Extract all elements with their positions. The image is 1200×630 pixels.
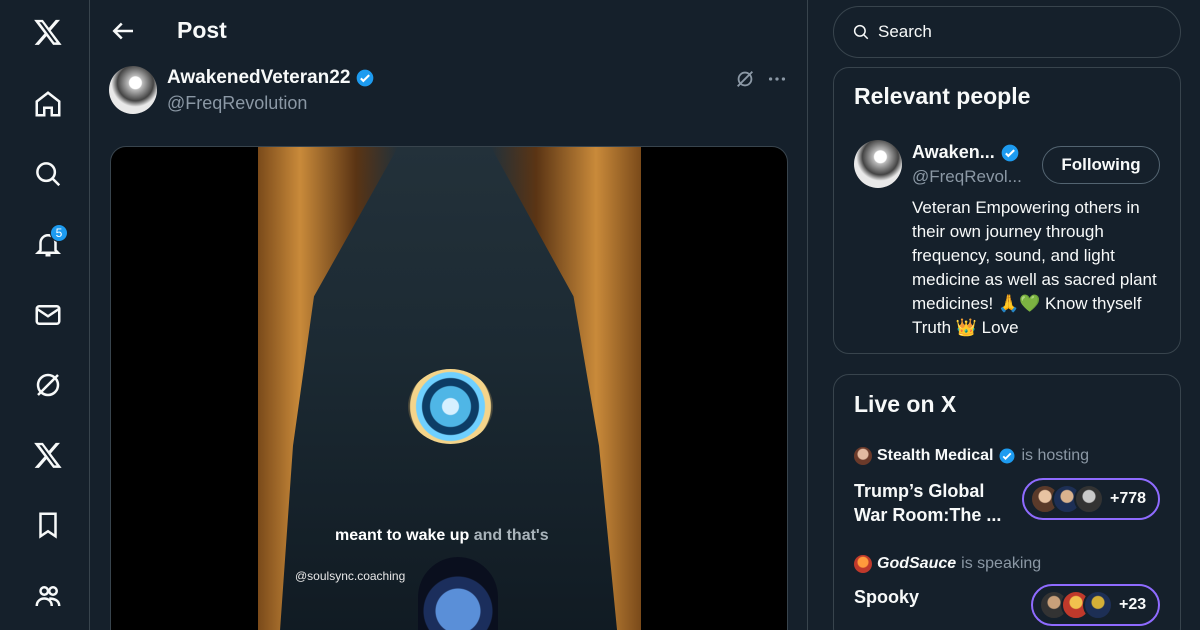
host-name[interactable]: Stealth Medical	[877, 447, 993, 465]
space-title[interactable]: Spooky	[854, 585, 919, 609]
relevant-person-name[interactable]: Awaken...	[912, 142, 995, 163]
relevant-person-avatar[interactable]	[854, 140, 902, 188]
home-icon[interactable]	[26, 82, 70, 126]
space-host-line[interactable]: GodSauce is speaking	[854, 555, 1041, 573]
arch-right-decoration	[491, 147, 641, 630]
post-header: Post	[90, 0, 807, 62]
listener-avatar	[1074, 484, 1104, 514]
grok-icon[interactable]	[26, 363, 70, 407]
host-status: is hosting	[1021, 447, 1090, 464]
x-logo-icon[interactable]	[26, 10, 70, 54]
space-listeners[interactable]: +778	[1022, 478, 1161, 520]
post-video[interactable]: meant to wake up and that's @soulsync.co…	[110, 146, 788, 630]
messages-icon[interactable]	[26, 293, 70, 337]
verified-badge-icon	[357, 69, 374, 87]
notification-count-badge: 5	[50, 224, 68, 242]
relevant-people-title: Relevant people	[854, 83, 1031, 109]
host-name[interactable]: GodSauce	[877, 555, 956, 573]
listener-count: +778	[1110, 490, 1147, 507]
blue-figure-image	[418, 557, 498, 630]
page-title: Post	[177, 17, 227, 43]
author-avatar[interactable]	[109, 66, 157, 114]
space-listeners[interactable]: +23	[1031, 584, 1161, 626]
glowing-mandala-image	[408, 369, 493, 444]
verified-badge-icon	[1001, 144, 1019, 161]
video-frame: meant to wake up and that's @soulsync.co…	[258, 147, 641, 630]
left-navigation: 5	[0, 0, 90, 630]
relevant-person-bio: Veteran Empowering others in their own j…	[912, 198, 1157, 337]
back-arrow-icon[interactable]	[108, 16, 138, 46]
arch-left-decoration	[258, 147, 398, 630]
listener-count: +23	[1119, 596, 1147, 613]
premium-x-icon[interactable]	[26, 433, 70, 477]
right-sidebar: Search Relevant people Awaken... @FreqRe…	[808, 0, 1200, 630]
more-options-icon[interactable]	[766, 68, 788, 90]
communities-icon[interactable]	[26, 574, 70, 618]
search-placeholder: Search	[878, 22, 932, 41]
author-handle[interactable]: @FreqRevolution	[167, 93, 307, 114]
relevant-people-card: Relevant people Awaken... @FreqRevol... …	[833, 67, 1181, 354]
following-button[interactable]: Following	[1042, 146, 1160, 184]
author-name[interactable]: AwakenedVeteran22	[167, 67, 350, 89]
search-box[interactable]: Search	[833, 6, 1181, 58]
verified-badge-icon	[999, 448, 1015, 464]
search-icon[interactable]	[26, 152, 70, 196]
host-avatar	[854, 555, 872, 573]
caption-main: meant to wake up	[335, 527, 470, 544]
host-status: is speaking	[961, 555, 1042, 572]
grok-explain-icon[interactable]	[734, 68, 756, 90]
notifications-icon[interactable]: 5	[26, 222, 70, 266]
space-host-line[interactable]: Stealth Medical is hosting	[854, 447, 1089, 465]
video-caption: meant to wake up and that's	[335, 527, 549, 545]
relevant-person-name-row[interactable]: Awaken...	[912, 142, 1020, 163]
caption-dim: and that's	[469, 527, 549, 544]
video-watermark: @soulsync.coaching	[295, 569, 406, 583]
post-column: Post AwakenedVeteran22 @FreqRevolution m…	[90, 0, 808, 630]
author-name-row[interactable]: AwakenedVeteran22	[167, 67, 375, 89]
live-title: Live on X	[854, 391, 957, 417]
search-icon	[853, 24, 869, 40]
listener-avatar	[1083, 590, 1113, 620]
relevant-person-handle[interactable]: @FreqRevol...	[912, 167, 1022, 187]
bookmarks-icon[interactable]	[26, 503, 70, 547]
space-title[interactable]: Trump’s Global War Room:The ...	[854, 479, 1014, 527]
live-on-x-card: Live on X Stealth Medical is hosting Tru…	[833, 374, 1181, 630]
host-avatar	[854, 447, 872, 465]
post-author: AwakenedVeteran22 @FreqRevolution	[90, 62, 807, 142]
